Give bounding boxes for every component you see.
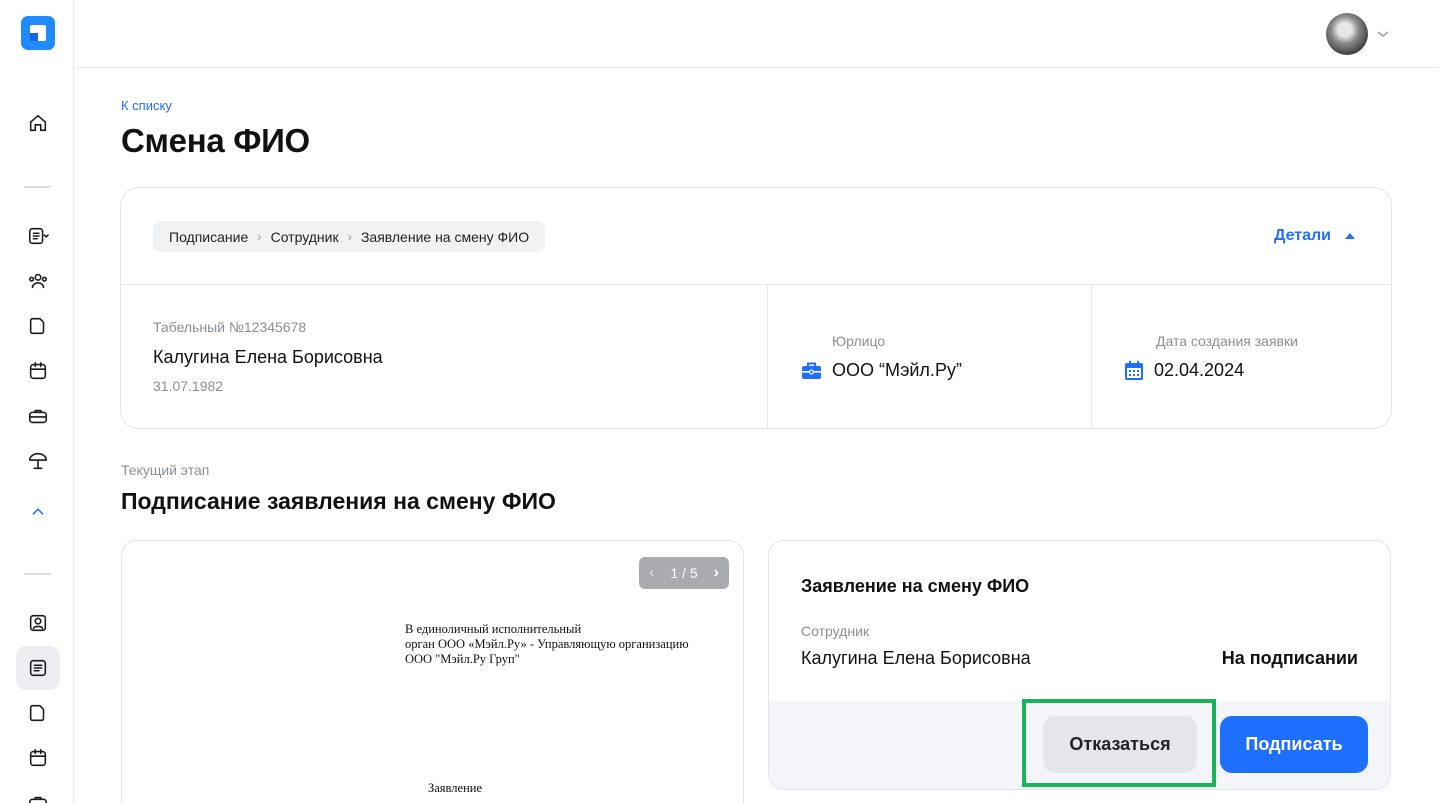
back-to-list-link[interactable]: К списку — [121, 98, 172, 113]
document-line: В единоличный исполнительный — [405, 622, 582, 636]
briefcase-icon[interactable] — [23, 401, 53, 431]
document-heading: Заявление — [428, 781, 483, 795]
file-icon[interactable] — [23, 698, 53, 728]
breadcrumb-item[interactable]: Сотрудник — [271, 229, 339, 245]
umbrella-icon[interactable] — [23, 446, 53, 476]
chevron-right-icon: › — [347, 229, 352, 244]
calendar-icon[interactable] — [23, 356, 53, 386]
document-line: ООО "Мэйл.Ру Груп" — [405, 652, 520, 666]
legal-entity-label: Юрлицо — [832, 333, 886, 349]
created-date-value: 02.04.2024 — [1124, 360, 1244, 381]
divider — [767, 285, 768, 428]
birth-date: 31.07.1982 — [153, 378, 224, 394]
document-line: орган ООО «Мэйл.Ру» - Управляющую органи… — [405, 637, 689, 651]
people-icon[interactable] — [23, 266, 53, 296]
file-icon[interactable] — [23, 311, 53, 341]
sidebar-divider — [24, 573, 51, 575]
request-summary-card: Подписание › Сотрудник › Заявление на см… — [120, 187, 1392, 429]
chevron-left-icon[interactable]: ‹ — [649, 564, 654, 582]
page-navigator: ‹ 1 / 5 › — [639, 557, 729, 589]
chevron-down-icon[interactable] — [1376, 27, 1390, 41]
stage-label: Текущий этап — [121, 462, 210, 478]
app-logo[interactable] — [21, 16, 55, 50]
document-list-icon[interactable] — [23, 221, 53, 251]
details-toggle[interactable]: Детали — [1274, 227, 1355, 245]
sign-button[interactable]: Подписать — [1220, 716, 1368, 773]
sidebar-divider — [24, 186, 51, 188]
user-avatar[interactable] — [1326, 13, 1368, 55]
stage-title: Подписание заявления на смену ФИО — [121, 488, 556, 514]
profile-icon[interactable] — [23, 608, 53, 638]
sidebar — [0, 0, 74, 803]
briefcase-icon[interactable] — [23, 788, 53, 803]
chevron-right-icon: › — [257, 229, 262, 244]
request-title: Заявление на смену ФИО — [801, 576, 1030, 596]
divider — [1091, 285, 1092, 428]
topbar — [75, 0, 1439, 68]
chevron-right-icon[interactable]: › — [714, 564, 719, 582]
briefcase-icon — [802, 362, 821, 379]
home-icon[interactable] — [23, 108, 53, 138]
employee-name: Калугина Елена Борисовна — [801, 648, 1031, 668]
employee-name: Калугина Елена Борисовна — [153, 347, 383, 367]
document-list-icon[interactable] — [16, 646, 60, 690]
legal-entity-text: ООО “Мэйл.Ру” — [832, 360, 962, 380]
details-label: Детали — [1273, 227, 1331, 244]
created-date-text: 02.04.2024 — [1154, 360, 1245, 380]
calendar-icon[interactable] — [23, 743, 53, 773]
page-indicator: 1 / 5 — [670, 565, 698, 581]
page-title: Смена ФИО — [121, 122, 310, 159]
employee-label: Сотрудник — [801, 623, 870, 639]
calendar-icon — [1125, 360, 1143, 380]
breadcrumb-item[interactable]: Подписание — [169, 229, 248, 245]
status-text: На подписании — [1221, 648, 1358, 668]
chevron-up-icon[interactable] — [23, 497, 53, 527]
caret-up-icon — [1345, 233, 1355, 239]
breadcrumb-item: Заявление на смену ФИО — [360, 228, 530, 245]
legal-entity-value: ООО “Мэйл.Ру” — [801, 360, 962, 381]
divider — [121, 284, 1391, 285]
created-date-label: Дата создания заявки — [1156, 333, 1298, 349]
document-preview[interactable]: ‹ 1 / 5 › В единоличный исполнительный о… — [121, 540, 744, 803]
breadcrumb: Подписание › Сотрудник › Заявление на см… — [153, 221, 546, 252]
tab-number: Табельный №12345678 — [153, 319, 307, 335]
highlight-box — [1022, 699, 1216, 787]
document-addressee: В единоличный исполнительный орган ООО «… — [405, 622, 689, 667]
